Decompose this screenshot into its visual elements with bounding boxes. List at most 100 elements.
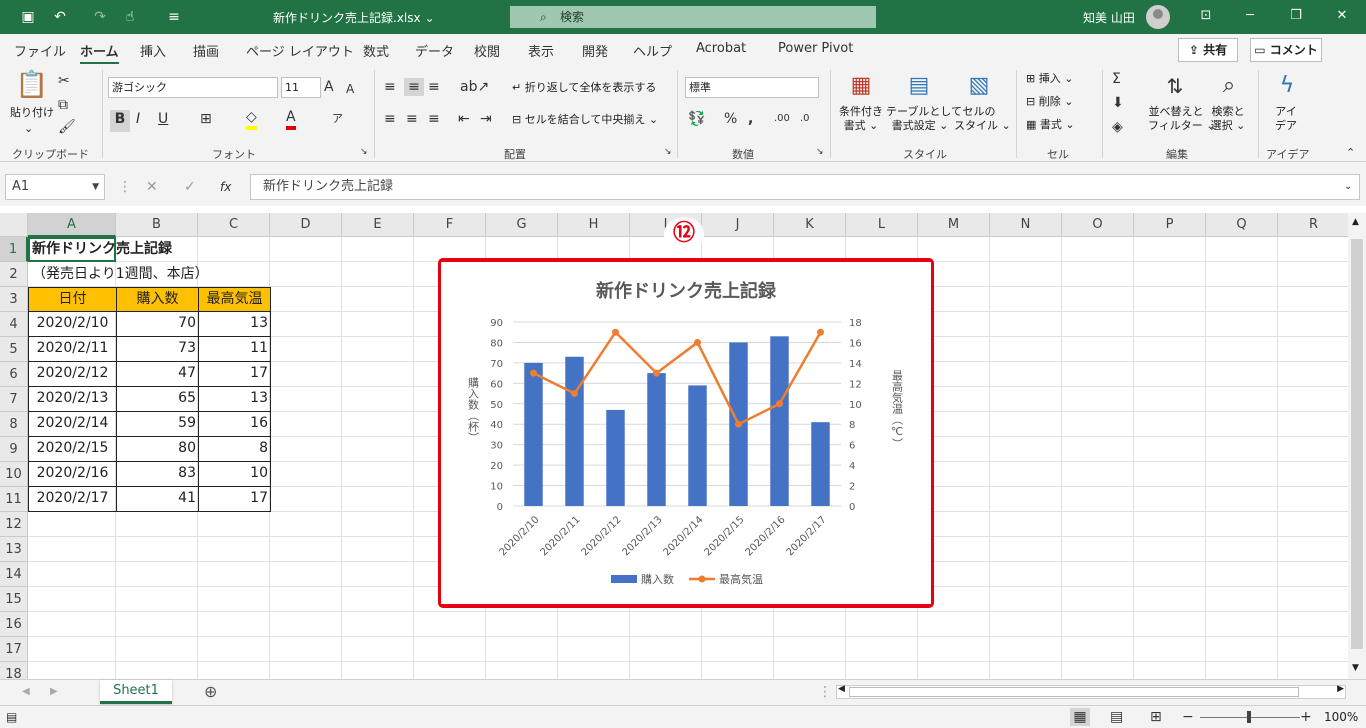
column-header-m[interactable]: M bbox=[918, 213, 990, 237]
row-header-6[interactable]: 6 bbox=[0, 362, 28, 387]
column-header-a[interactable]: A bbox=[28, 213, 116, 237]
undo-icon[interactable]: ↶ bbox=[48, 5, 72, 29]
row-header-7[interactable]: 7 bbox=[0, 387, 28, 412]
ribbon-display-icon[interactable]: ⊡ bbox=[1196, 6, 1216, 26]
row-header-5[interactable]: 5 bbox=[0, 337, 28, 362]
row-header-14[interactable]: 14 bbox=[0, 562, 28, 587]
alignment-dialog-icon[interactable]: ↘ bbox=[664, 146, 672, 158]
wrap-text-button[interactable]: ↵ 折り返して全体を表示する bbox=[512, 81, 656, 95]
row-header-18[interactable]: 18 bbox=[0, 662, 28, 679]
table-cell[interactable]: 59 bbox=[116, 412, 199, 437]
table-cell[interactable]: 2020/2/11 bbox=[28, 337, 117, 362]
font-name-select[interactable]: 游ゴシック bbox=[108, 77, 278, 98]
paste-button[interactable]: 貼り付け bbox=[10, 106, 54, 120]
row-header-15[interactable]: 15 bbox=[0, 587, 28, 612]
bold-icon[interactable]: B bbox=[110, 110, 130, 132]
tab-file[interactable]: ファイル bbox=[14, 41, 66, 60]
table-cell[interactable]: 2020/2/13 bbox=[28, 387, 117, 412]
table-cell[interactable]: 2020/2/16 bbox=[28, 462, 117, 487]
prev-sheet-icon[interactable]: ◀ bbox=[22, 683, 30, 701]
save-icon[interactable]: ▣ bbox=[16, 5, 40, 29]
tab-home[interactable]: ホーム bbox=[80, 41, 119, 65]
column-header-q[interactable]: Q bbox=[1206, 213, 1278, 237]
row-header-4[interactable]: 4 bbox=[0, 312, 28, 337]
fill-icon[interactable]: ⬇ bbox=[1112, 94, 1124, 112]
horizontal-scrollbar[interactable]: ◀ ▶ bbox=[836, 684, 1346, 699]
align-middle-icon[interactable]: ≡ bbox=[404, 78, 424, 96]
conditional-format-icon[interactable]: ▦ bbox=[846, 72, 876, 100]
column-header-e[interactable]: E bbox=[342, 213, 414, 237]
font-color-icon[interactable]: A bbox=[286, 108, 296, 130]
add-sheet-icon[interactable]: ⊕ bbox=[204, 683, 217, 701]
table-cell[interactable]: 2020/2/17 bbox=[28, 487, 117, 512]
table-cell[interactable]: 2020/2/10 bbox=[28, 312, 117, 337]
scroll-left-icon[interactable]: ◀ bbox=[838, 684, 845, 694]
tab-draw[interactable]: 描画 bbox=[193, 41, 219, 60]
table-cell[interactable]: 41 bbox=[116, 487, 199, 512]
format-as-table-icon[interactable]: ▤ bbox=[904, 72, 934, 100]
table-cell[interactable]: 65 bbox=[116, 387, 199, 412]
table-cell[interactable]: 13 bbox=[198, 312, 271, 337]
column-header-k[interactable]: K bbox=[774, 213, 846, 237]
tab-review[interactable]: 校閲 bbox=[474, 41, 500, 60]
column-header-o[interactable]: O bbox=[1062, 213, 1134, 237]
tab-page-layout[interactable]: ページ レイアウト bbox=[246, 41, 354, 60]
row-header-17[interactable]: 17 bbox=[0, 637, 28, 662]
align-right-icon[interactable]: ≡ bbox=[428, 110, 440, 128]
table-header-cell[interactable]: 最高気温 bbox=[198, 287, 271, 312]
column-header-l[interactable]: L bbox=[846, 213, 918, 237]
phonetic-icon[interactable]: ア bbox=[332, 110, 343, 128]
table-cell[interactable]: 47 bbox=[116, 362, 199, 387]
tab-formulas[interactable]: 数式 bbox=[363, 41, 389, 60]
search-box[interactable]: ⌕ 検索 bbox=[510, 6, 876, 28]
avatar[interactable] bbox=[1146, 5, 1170, 29]
page-layout-view-icon[interactable]: ▤ bbox=[1110, 708, 1123, 726]
table-cell[interactable]: 17 bbox=[198, 487, 271, 512]
increase-indent-icon[interactable]: ⇥ bbox=[480, 110, 492, 128]
cell-styles-icon[interactable]: ▧ bbox=[964, 72, 994, 100]
row-header-13[interactable]: 13 bbox=[0, 537, 28, 562]
table-cell[interactable]: 2020/2/12 bbox=[28, 362, 117, 387]
zoom-level[interactable]: 100% bbox=[1324, 710, 1358, 724]
column-header-c[interactable]: C bbox=[198, 213, 270, 237]
percent-icon[interactable]: % bbox=[724, 110, 737, 128]
page-break-view-icon[interactable]: ⊞ bbox=[1150, 708, 1162, 726]
column-header-r[interactable]: R bbox=[1278, 213, 1348, 237]
table-cell[interactable]: 16 bbox=[198, 412, 271, 437]
table-cell[interactable]: 17 bbox=[198, 362, 271, 387]
vertical-scrollbar[interactable]: ▲ ▼ bbox=[1348, 213, 1366, 679]
column-header-d[interactable]: D bbox=[270, 213, 342, 237]
expand-formula-icon[interactable]: ⌄ bbox=[1344, 178, 1352, 196]
zoom-in-icon[interactable]: + bbox=[1300, 708, 1312, 726]
scroll-up-icon[interactable]: ▲ bbox=[1352, 217, 1359, 227]
insert-cells-button[interactable]: ⊞ 挿入 ⌄ bbox=[1026, 72, 1073, 86]
align-bottom-icon[interactable]: ≡ bbox=[428, 78, 440, 96]
increase-decimal-icon[interactable]: .00 bbox=[774, 110, 790, 128]
table-cell[interactable]: 80 bbox=[116, 437, 199, 462]
decrease-font-icon[interactable]: A bbox=[346, 80, 354, 98]
find-select-button[interactable]: 検索と 選択 ⌄ bbox=[1206, 105, 1250, 133]
tab-help[interactable]: ヘルプ bbox=[633, 41, 672, 60]
cell-styles-button[interactable]: セルの スタイル ⌄ bbox=[954, 105, 1011, 133]
border-icon[interactable]: ⊞ bbox=[200, 110, 212, 128]
copy-icon[interactable]: ⧉ bbox=[58, 96, 68, 114]
select-all-corner[interactable] bbox=[0, 213, 28, 237]
tab-developer[interactable]: 開発 bbox=[582, 41, 608, 60]
touch-mode-icon[interactable]: ☝ bbox=[118, 5, 142, 29]
column-header-b[interactable]: B bbox=[116, 213, 198, 237]
confirm-entry-icon[interactable]: ✓ bbox=[184, 178, 196, 196]
name-box[interactable]: A1 ▼ bbox=[5, 174, 105, 200]
row-header-8[interactable]: 8 bbox=[0, 412, 28, 437]
table-cell[interactable]: 11 bbox=[198, 337, 271, 362]
table-cell[interactable]: 13 bbox=[198, 387, 271, 412]
column-header-f[interactable]: F bbox=[414, 213, 486, 237]
paste-caret-icon[interactable]: ⌄ bbox=[24, 122, 33, 136]
normal-view-icon[interactable]: ▦ bbox=[1070, 708, 1090, 726]
collapse-ribbon-icon[interactable]: ⌃ bbox=[1346, 144, 1355, 162]
autosum-icon[interactable]: Σ bbox=[1112, 70, 1121, 88]
font-dialog-icon[interactable]: ↘ bbox=[360, 146, 368, 158]
align-left-icon[interactable]: ≡ bbox=[384, 110, 396, 128]
number-format-select[interactable]: 標準 bbox=[685, 77, 819, 98]
cancel-entry-icon[interactable]: ✕ bbox=[146, 178, 158, 196]
tab-split-icon[interactable]: ⋮ bbox=[818, 683, 832, 701]
